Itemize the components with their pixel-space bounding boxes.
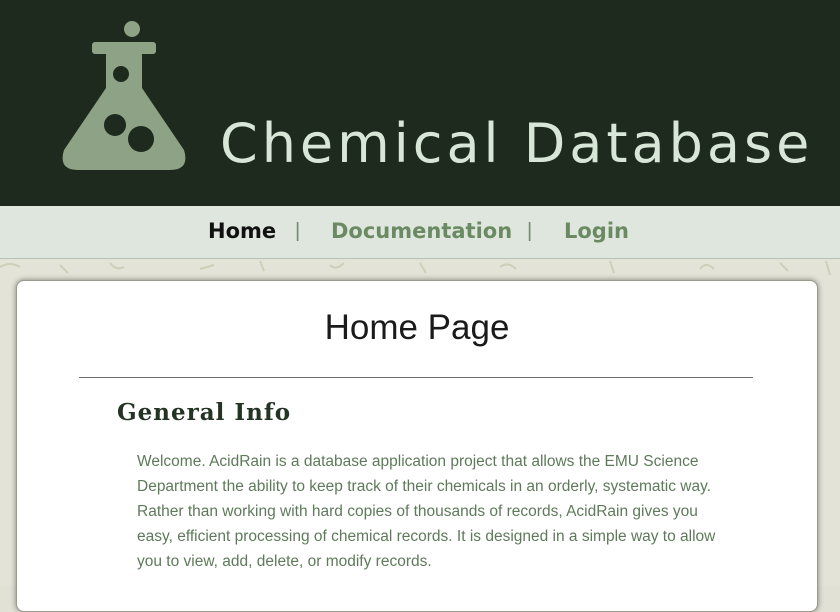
- nav-login-link[interactable]: Login: [564, 219, 629, 243]
- nav-separator: |: [295, 220, 301, 242]
- nav-home-link[interactable]: Home: [208, 219, 276, 243]
- page-title: Home Page: [324, 308, 510, 347]
- section-body-text: Welcome. AcidRain is a database applicat…: [137, 453, 716, 570]
- main-nav: Home | Documentation | Login: [0, 206, 840, 259]
- section-heading: General Info: [117, 399, 292, 426]
- nav-separator: |: [527, 220, 533, 242]
- content-panel: Home Page General Info Welcome. AcidRain…: [16, 280, 818, 612]
- divider: [79, 377, 753, 378]
- flask-icon: [62, 21, 186, 170]
- site-title: Chemical Database: [220, 112, 814, 175]
- nav-documentation-link[interactable]: Documentation: [331, 219, 512, 243]
- site-header: Chemical Database: [0, 0, 840, 206]
